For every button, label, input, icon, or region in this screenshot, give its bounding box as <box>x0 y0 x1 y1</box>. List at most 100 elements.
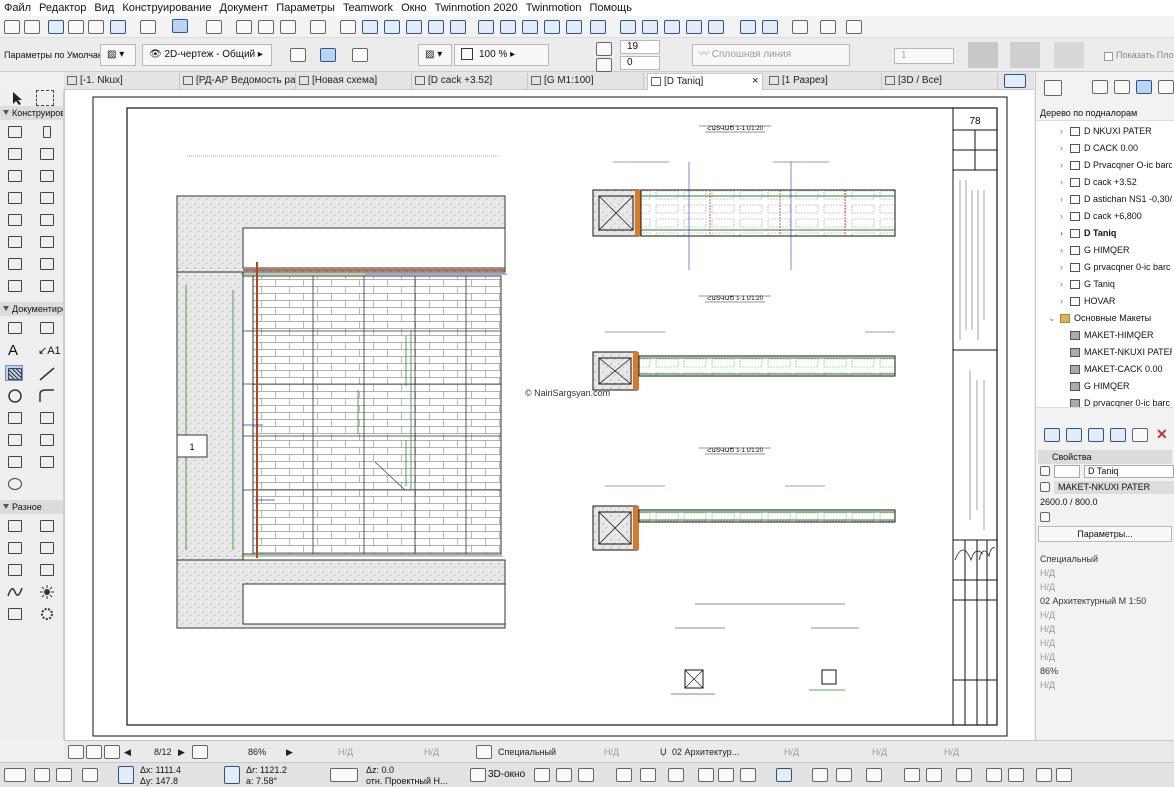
tab-vedomost[interactable]: [РД-АР Ведомость ра... <box>180 73 296 90</box>
background-color-icon[interactable] <box>1010 42 1040 68</box>
teamwork-send-icon[interactable] <box>620 20 636 34</box>
detail-icon[interactable] <box>428 20 444 34</box>
coord-dr[interactable]: Δr: 1121.2 <box>246 765 287 775</box>
slab-tool-icon[interactable] <box>38 146 56 162</box>
zoom-level[interactable]: 86% <box>248 741 266 763</box>
prop-item[interactable]: Н/Д <box>1040 608 1170 622</box>
value-field-3[interactable]: 1 <box>894 48 954 64</box>
fill-gradient-icon[interactable] <box>352 48 368 62</box>
tree-item[interactable]: MAKET-NKUXI PATER <box>1036 344 1172 361</box>
prop-pen-set[interactable]: 02 Архитектурный М 1:50 <box>1040 594 1170 608</box>
status-nd-1[interactable]: Н/Д <box>338 741 353 763</box>
zone-tool-icon[interactable] <box>38 256 56 272</box>
prop-item[interactable]: Н/Д <box>1040 622 1170 636</box>
menu-twinmotion-2020[interactable]: Twinmotion 2020 <box>431 0 522 16</box>
menu-design[interactable]: Конструирование <box>118 0 215 16</box>
elevation-icon[interactable] <box>384 20 400 34</box>
camera-icon[interactable] <box>956 768 972 782</box>
tree-item[interactable]: › D cack +3.52 <box>1036 174 1172 191</box>
release-icon[interactable] <box>686 20 702 34</box>
organizer-icon[interactable] <box>1044 80 1062 96</box>
id-field[interactable] <box>1054 465 1080 478</box>
view-map-icon[interactable] <box>1114 80 1130 94</box>
menu-document[interactable]: Документ <box>216 0 273 16</box>
coord-dy[interactable]: Δy: 147.8 <box>140 776 178 786</box>
menu-twinmotion[interactable]: Twinmotion <box>522 0 586 16</box>
worksheet-tool-icon[interactable] <box>6 454 24 470</box>
tab-3d-all[interactable]: [3D / Все] <box>882 73 998 90</box>
grid-element-tool-icon[interactable] <box>6 518 24 534</box>
reserve-icon[interactable] <box>664 20 680 34</box>
camera-tool-icon[interactable] <box>38 518 56 534</box>
sync-icon[interactable] <box>820 20 836 34</box>
morph-tool-icon[interactable] <box>6 190 24 206</box>
prop-item[interactable]: Н/Д <box>1040 566 1170 580</box>
pen-button[interactable]: ▨ ▾ <box>418 44 452 66</box>
label-tool-icon[interactable]: ↙A1 <box>38 344 61 357</box>
wall-tool-icon[interactable] <box>6 124 24 140</box>
orbit-icon[interactable] <box>590 20 606 34</box>
fill-tool-icon[interactable] <box>5 365 23 381</box>
status-nd-3[interactable]: Н/Д <box>604 741 619 763</box>
fill-pattern-button[interactable]: ▨ ▾ <box>100 44 136 66</box>
zoom-window-icon[interactable] <box>1008 768 1024 782</box>
3d-style-icon[interactable] <box>534 768 550 782</box>
messaging-icon[interactable] <box>708 20 724 34</box>
fill-hatch-icon[interactable] <box>320 48 336 62</box>
spline-tool-icon[interactable] <box>6 562 24 578</box>
fullscreen-icon[interactable] <box>1056 768 1072 782</box>
tree-item[interactable]: › G HIMQER <box>1036 242 1172 259</box>
guide-line-icon[interactable] <box>110 20 126 34</box>
roof-tool-icon[interactable] <box>6 168 24 184</box>
3d-view-icon[interactable] <box>544 20 560 34</box>
cursor-snap-icon[interactable] <box>82 768 98 782</box>
tree-item[interactable]: › D CACK 0.00 <box>1036 140 1172 157</box>
surface-icon[interactable] <box>1054 42 1084 68</box>
snap-icon[interactable] <box>140 20 156 34</box>
fill-type-icon[interactable] <box>290 48 306 62</box>
object-tool-icon[interactable] <box>38 234 56 250</box>
pen-set-dropdown[interactable]: 02 Архитектур... <box>672 741 739 763</box>
tab-section[interactable]: [1 Разрез] <box>766 73 882 90</box>
snap-reference-icon[interactable] <box>56 768 72 782</box>
layer-combination[interactable]: Специальный <box>498 741 556 763</box>
section-icon[interactable] <box>362 20 378 34</box>
coord-dz[interactable]: Δz: 0.0 <box>366 765 394 775</box>
undo-icon[interactable] <box>68 20 84 34</box>
section-misc[interactable]: Разное <box>0 500 63 514</box>
floor-plan-icon[interactable] <box>340 20 356 34</box>
door-tool-icon[interactable] <box>38 190 56 206</box>
pointer-icon[interactable] <box>48 20 64 34</box>
update-icon[interactable] <box>1132 428 1148 442</box>
value-field-1[interactable]: 19 <box>620 40 660 54</box>
prev-page-icon[interactable]: ◀ <box>124 741 131 763</box>
level-dimension-tool-icon[interactable] <box>38 320 56 336</box>
page-indicator[interactable]: 8/12 <box>154 741 172 763</box>
tree-item[interactable]: › D astichan NS1 -0,30/ <box>1036 191 1172 208</box>
new-master-icon[interactable] <box>1088 428 1104 442</box>
arrow-tool-icon[interactable] <box>8 90 26 106</box>
status-nd-4[interactable]: Н/Д <box>784 741 799 763</box>
window-tool-icon[interactable] <box>6 212 24 228</box>
hotspot-tool-icon[interactable] <box>38 410 56 426</box>
section-document[interactable]: Документиро <box>0 302 63 316</box>
stair-tool-icon[interactable] <box>6 234 24 250</box>
zoom-arrow-icon[interactable]: ▶ <box>286 741 293 763</box>
quick-options-icon[interactable] <box>4 768 26 782</box>
tree-item[interactable]: › HOVAR <box>1036 293 1172 310</box>
tree-item[interactable]: G HIMQER <box>1036 378 1172 395</box>
save-icon[interactable] <box>24 20 40 34</box>
menu-file[interactable]: Файл <box>0 0 35 16</box>
figure-tool-icon[interactable] <box>6 540 24 556</box>
text-tool-icon[interactable]: A <box>8 342 18 359</box>
tree-item[interactable]: D prvacqner 0-ic barc <box>1036 395 1172 407</box>
fly-through-icon[interactable] <box>1036 768 1052 782</box>
menu-window[interactable]: Окно <box>397 0 431 16</box>
view-icon[interactable] <box>986 768 1002 782</box>
pen-set-icon[interactable] <box>280 20 296 34</box>
value-field-2[interactable]: 0 <box>620 56 660 70</box>
layers-icon[interactable] <box>258 20 274 34</box>
export-icon[interactable] <box>846 20 862 34</box>
arc-tool-icon[interactable] <box>6 584 24 600</box>
mesh-tool-icon[interactable] <box>6 256 24 272</box>
